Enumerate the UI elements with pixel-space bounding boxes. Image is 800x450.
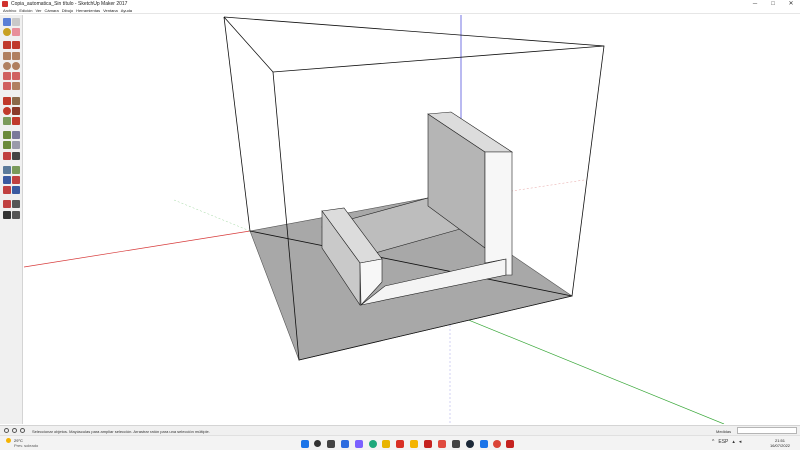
measurements-input[interactable]	[737, 427, 797, 434]
rotate-icon[interactable]	[3, 107, 11, 115]
select-icon[interactable]	[3, 18, 11, 26]
zoom-extents-icon[interactable]	[3, 186, 11, 194]
system-tray: ^ ESP ▴ ◂	[712, 439, 741, 445]
menu-ver[interactable]: Ver	[35, 8, 41, 13]
sketchup-icon[interactable]	[506, 440, 514, 448]
pie2-icon[interactable]	[12, 82, 20, 90]
weather-widget[interactable]: 29°C Prev. soleado	[6, 438, 38, 448]
volume-icon[interactable]: ◂	[739, 439, 742, 445]
title-bar: Copia_automatica_Sin título - SketchUp M…	[0, 0, 800, 8]
footprints-icon[interactable]	[12, 211, 20, 219]
tray-chevron[interactable]: ^	[712, 439, 714, 445]
chat-icon[interactable]	[355, 440, 363, 448]
sun-icon	[6, 438, 11, 444]
menu-archivo[interactable]: Archivo	[3, 8, 16, 13]
drawing-area[interactable]	[23, 15, 800, 425]
window-title: Copia_automatica_Sin título - SketchUp M…	[11, 1, 128, 7]
window-controls: ─ □ ✕	[746, 0, 800, 8]
orbit-icon[interactable]	[3, 166, 11, 174]
push-pull-icon[interactable]	[12, 97, 20, 105]
language-indicator[interactable]: ESP	[718, 439, 728, 445]
eraser-icon[interactable]	[12, 18, 20, 26]
green-axis-negative	[173, 199, 251, 232]
wifi-icon[interactable]: ▴	[732, 439, 735, 445]
taskbar: 29°C Prev. soleado ^ ESP ▴ ◂ 21:51 16/07…	[0, 435, 800, 450]
circle-icon[interactable]	[3, 62, 11, 70]
menu-edicion[interactable]: Edición	[19, 8, 32, 13]
bounding-box-top-front	[223, 16, 605, 73]
widgets-icon[interactable]	[341, 440, 349, 448]
offset-icon[interactable]	[12, 117, 20, 125]
protractor-icon[interactable]	[3, 141, 11, 149]
app-icon-blue[interactable]	[480, 440, 488, 448]
maximize-button[interactable]: □	[764, 0, 782, 8]
app-icon-mail[interactable]	[424, 440, 432, 448]
walk-icon[interactable]	[12, 186, 20, 194]
weather-condition: Prev. soleado	[14, 443, 39, 448]
status-icons	[4, 428, 25, 433]
wall-front-face	[484, 151, 513, 276]
status-message: Seleccionar objetos. Mayúsculas para amp…	[32, 429, 210, 434]
look-around-icon[interactable]	[12, 200, 20, 208]
arc-icon[interactable]	[3, 72, 11, 80]
arc3-icon[interactable]	[3, 82, 11, 90]
dimension-icon[interactable]	[12, 131, 20, 139]
freehand-icon[interactable]	[12, 41, 20, 49]
file-explorer-icon[interactable]	[382, 440, 390, 448]
3d-text-icon[interactable]	[12, 152, 20, 160]
paint-bucket-icon[interactable]	[3, 28, 11, 36]
app-icon-photos[interactable]	[410, 440, 418, 448]
task-view-icon[interactable]	[327, 440, 335, 448]
zoom-window-icon[interactable]	[12, 176, 20, 184]
pan-icon[interactable]	[12, 166, 20, 174]
chrome-profile-icon[interactable]	[493, 440, 501, 448]
clock-date: 16/07/2022	[770, 443, 791, 448]
help-icon[interactable]	[20, 428, 25, 433]
menu-dibujo[interactable]: Dibujo	[62, 8, 73, 13]
polygon-icon[interactable]	[12, 62, 20, 70]
edge-icon[interactable]	[369, 440, 377, 448]
line-icon[interactable]	[3, 41, 11, 49]
text-icon[interactable]	[12, 141, 20, 149]
app-icon-red[interactable]	[396, 440, 404, 448]
menu-camara[interactable]: Cámara	[44, 8, 58, 13]
rectangle-icon[interactable]	[3, 52, 11, 60]
eraser-alt-icon[interactable]	[12, 28, 20, 36]
section-plane-icon[interactable]	[3, 211, 11, 219]
pie-icon[interactable]	[12, 72, 20, 80]
scale-icon[interactable]	[3, 117, 11, 125]
follow-me-icon[interactable]	[12, 107, 20, 115]
menu-ventana[interactable]: Ventana	[103, 8, 118, 13]
measurements-label: Medidas	[716, 429, 732, 434]
app-icon-sketchup[interactable]	[452, 440, 460, 448]
close-button[interactable]: ✕	[782, 0, 800, 8]
status-bar: Seleccionar objetos. Mayúsculas para amp…	[0, 425, 800, 435]
large-tool-set	[0, 15, 23, 424]
steam-icon[interactable]	[466, 440, 474, 448]
menu-herramientas[interactable]: Herramientas	[76, 8, 100, 13]
scene-canvas	[23, 15, 725, 425]
tape-measure-icon[interactable]	[3, 131, 11, 139]
menu-bar: Archivo Edición Ver Cámara Dibujo Herram…	[0, 8, 800, 14]
move-icon[interactable]	[3, 97, 11, 105]
windows-start-icon[interactable]	[301, 440, 309, 448]
zoom-icon[interactable]	[3, 176, 11, 184]
rotated-rectangle-icon[interactable]	[12, 52, 20, 60]
axes-icon[interactable]	[3, 152, 11, 160]
position-camera-icon[interactable]	[3, 200, 11, 208]
menu-ayuda[interactable]: Ayuda	[121, 8, 132, 13]
app-icon-calendar[interactable]	[438, 440, 446, 448]
credits-icon[interactable]	[12, 428, 17, 433]
search-icon[interactable]	[314, 440, 321, 447]
red-axis	[23, 230, 251, 268]
geo-location-icon[interactable]	[4, 428, 9, 433]
clock[interactable]: 21:51 16/07/2022	[770, 438, 790, 448]
sketchup-app-icon	[2, 1, 8, 7]
minimize-button[interactable]: ─	[746, 0, 764, 8]
